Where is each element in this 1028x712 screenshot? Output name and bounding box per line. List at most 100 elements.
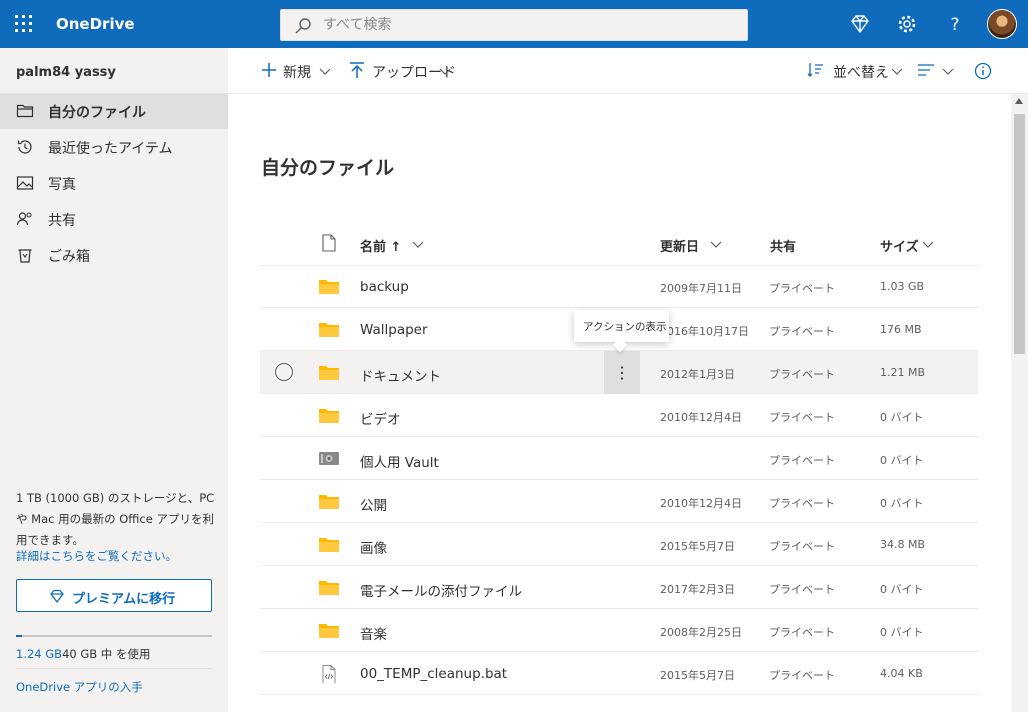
app-title[interactable]: OneDrive — [56, 15, 135, 33]
column-header-sharing[interactable]: 共有 — [770, 236, 796, 255]
chevron-down-icon — [319, 68, 331, 75]
file-name[interactable]: 公開 — [360, 494, 387, 514]
chevron-down-icon — [922, 241, 934, 248]
file-sharing: プライベート — [769, 669, 835, 682]
file-sharing: プライベート — [769, 282, 835, 295]
column-header-modified[interactable]: 更新日 — [660, 236, 722, 255]
file-name[interactable]: 画像 — [360, 537, 387, 557]
file-modified: 2015年5月7日 — [660, 669, 735, 682]
file-name[interactable]: backup — [360, 279, 409, 295]
file-name[interactable]: 個人用 Vault — [360, 451, 439, 471]
file-size: 176 MB — [880, 323, 922, 336]
help-icon[interactable]: ? — [943, 12, 967, 36]
file-size: 1.03 GB — [880, 280, 925, 293]
file-sharing: プライベート — [769, 454, 835, 467]
list-view-icon — [918, 64, 934, 76]
file-sharing: プライベート — [769, 540, 835, 553]
upgrade-premium-button[interactable]: プレミアムに移行 — [16, 579, 212, 612]
file-size: 0 バイト — [880, 454, 924, 467]
file-name[interactable]: 00_TEMP_cleanup.bat — [360, 666, 507, 682]
folder-icon — [319, 323, 339, 337]
storage-total-text: 40 GB 中 を使用 — [62, 647, 151, 661]
storage-usage-text: 1.24 GB40 GB 中 を使用 — [16, 646, 150, 662]
vertical-scrollbar[interactable] — [1011, 94, 1028, 712]
history-icon — [17, 140, 32, 154]
table-row[interactable]: 公開 2010年12月4日 プライベート 0 バイト — [260, 480, 978, 523]
storage-used-link[interactable]: 1.24 GB — [16, 647, 62, 661]
table-row[interactable]: ドキュメント 2012年1月3日 プライベート 1.21 MB — [260, 351, 978, 394]
search-input[interactable] — [323, 10, 723, 40]
file-name[interactable]: ドキュメント — [360, 365, 441, 385]
photo-icon — [16, 176, 34, 190]
file-modified: 2010年12月4日 — [660, 497, 742, 510]
sidebar-item-photos[interactable]: 写真 — [0, 165, 228, 201]
user-avatar[interactable] — [987, 9, 1017, 39]
file-name[interactable]: 電子メールの添付ファイル — [360, 580, 522, 600]
file-name[interactable]: 音楽 — [360, 623, 387, 643]
storage-promo-text: 1 TB (1000 GB) のストレージと、PC や Mac 用の最新の Of… — [16, 491, 215, 547]
file-modified: 2015年5月7日 — [660, 540, 735, 553]
chevron-down-icon — [412, 241, 424, 248]
info-icon[interactable] — [973, 61, 993, 81]
new-button[interactable]: 新規 — [259, 60, 339, 82]
table-row[interactable]: 電子メールの添付ファイル 2017年2月3日 プライベート 0 バイト — [260, 566, 978, 609]
scroll-thumb[interactable] — [1014, 114, 1025, 354]
file-modified: 2009年7月11日 — [660, 282, 742, 295]
sidebar-item-label: 最近使ったアイテム — [48, 141, 173, 157]
premium-diamond-icon[interactable] — [848, 12, 872, 36]
table-row[interactable]: ビデオ 2010年12月4日 プライベート 0 バイト — [260, 394, 978, 437]
file-modified: 2012年1月3日 — [660, 368, 735, 381]
table-row[interactable]: backup 2009年7月11日 プライベート 1.03 GB — [260, 265, 978, 308]
chevron-down-icon — [439, 68, 451, 75]
plus-icon — [262, 63, 276, 77]
file-sharing: プライベート — [769, 411, 835, 424]
storage-details-link[interactable]: 詳細はこちらをご覧ください。 — [16, 548, 177, 564]
file-name[interactable]: Wallpaper — [360, 322, 428, 338]
file-size: 34.8 MB — [880, 538, 926, 551]
view-options-button[interactable] — [916, 60, 958, 82]
upload-arrow-icon — [350, 62, 364, 78]
column-header-name-label: 名前 ↑ — [360, 240, 402, 255]
chevron-down-icon — [891, 68, 903, 75]
table-row[interactable]: 00_TEMP_cleanup.bat 2015年5月7日 プライベート 4.04 K… — [260, 652, 978, 695]
sidebar-item-label: 自分のファイル — [48, 105, 146, 121]
table-row[interactable]: 個人用 Vault プライベート 0 バイト — [260, 437, 978, 480]
search-box[interactable] — [280, 9, 748, 41]
new-label: 新規 — [283, 65, 311, 81]
upload-button[interactable]: アップロード — [347, 60, 457, 82]
sidebar-item-recent[interactable]: 最近使ったアイテム — [0, 129, 228, 165]
top-bar: OneDrive ? — [0, 0, 1028, 48]
file-size: 0 バイト — [880, 411, 924, 424]
sort-button[interactable]: 並べ替え — [806, 60, 906, 82]
file-type-header-icon[interactable] — [322, 234, 336, 252]
column-header-size[interactable]: サイズ — [880, 236, 934, 255]
tooltip-text: アクションの表示 — [583, 321, 667, 333]
table-row[interactable]: 音楽 2008年2月25日 プライベート 0 バイト — [260, 609, 978, 652]
settings-gear-icon[interactable] — [895, 12, 919, 36]
file-size: 0 バイト — [880, 583, 924, 596]
more-actions-button[interactable] — [604, 351, 640, 394]
sidebar-item-label: 写真 — [48, 177, 76, 193]
folder-icon — [319, 409, 339, 423]
file-name[interactable]: ビデオ — [360, 408, 401, 428]
app-launcher-icon[interactable] — [14, 14, 34, 34]
column-header-name[interactable]: 名前 ↑ — [360, 236, 424, 255]
scroll-up-arrow-icon[interactable] — [1015, 98, 1023, 104]
file-sharing: プライベート — [769, 368, 835, 381]
file-table-header: 名前 ↑ 更新日 共有 サイズ — [260, 222, 978, 266]
svg-text:?: ? — [950, 15, 959, 35]
upgrade-premium-label: プレミアムに移行 — [72, 592, 176, 607]
table-row[interactable]: 画像 2015年5月7日 プライベート 34.8 MB — [260, 523, 978, 566]
sidebar-item-my-files[interactable]: 自分のファイル — [0, 93, 228, 129]
folder-icon — [319, 495, 339, 509]
folder-icon — [319, 624, 339, 638]
folder-icon — [16, 104, 34, 118]
column-header-size-label: サイズ — [880, 240, 919, 255]
file-sharing: プライベート — [769, 583, 835, 596]
row-select-checkbox[interactable] — [275, 363, 293, 381]
get-app-link[interactable]: OneDrive アプリの入手 — [16, 679, 143, 695]
sidebar-item-recycle-bin[interactable]: ごみ箱 — [0, 237, 228, 273]
page-title: 自分のファイル — [261, 157, 395, 179]
sidebar-item-shared[interactable]: 共有 — [0, 201, 228, 237]
sidebar: palm84 yassy 自分のファイル 最近使ったアイテム 写真 共有 ごみ箱… — [0, 48, 228, 712]
